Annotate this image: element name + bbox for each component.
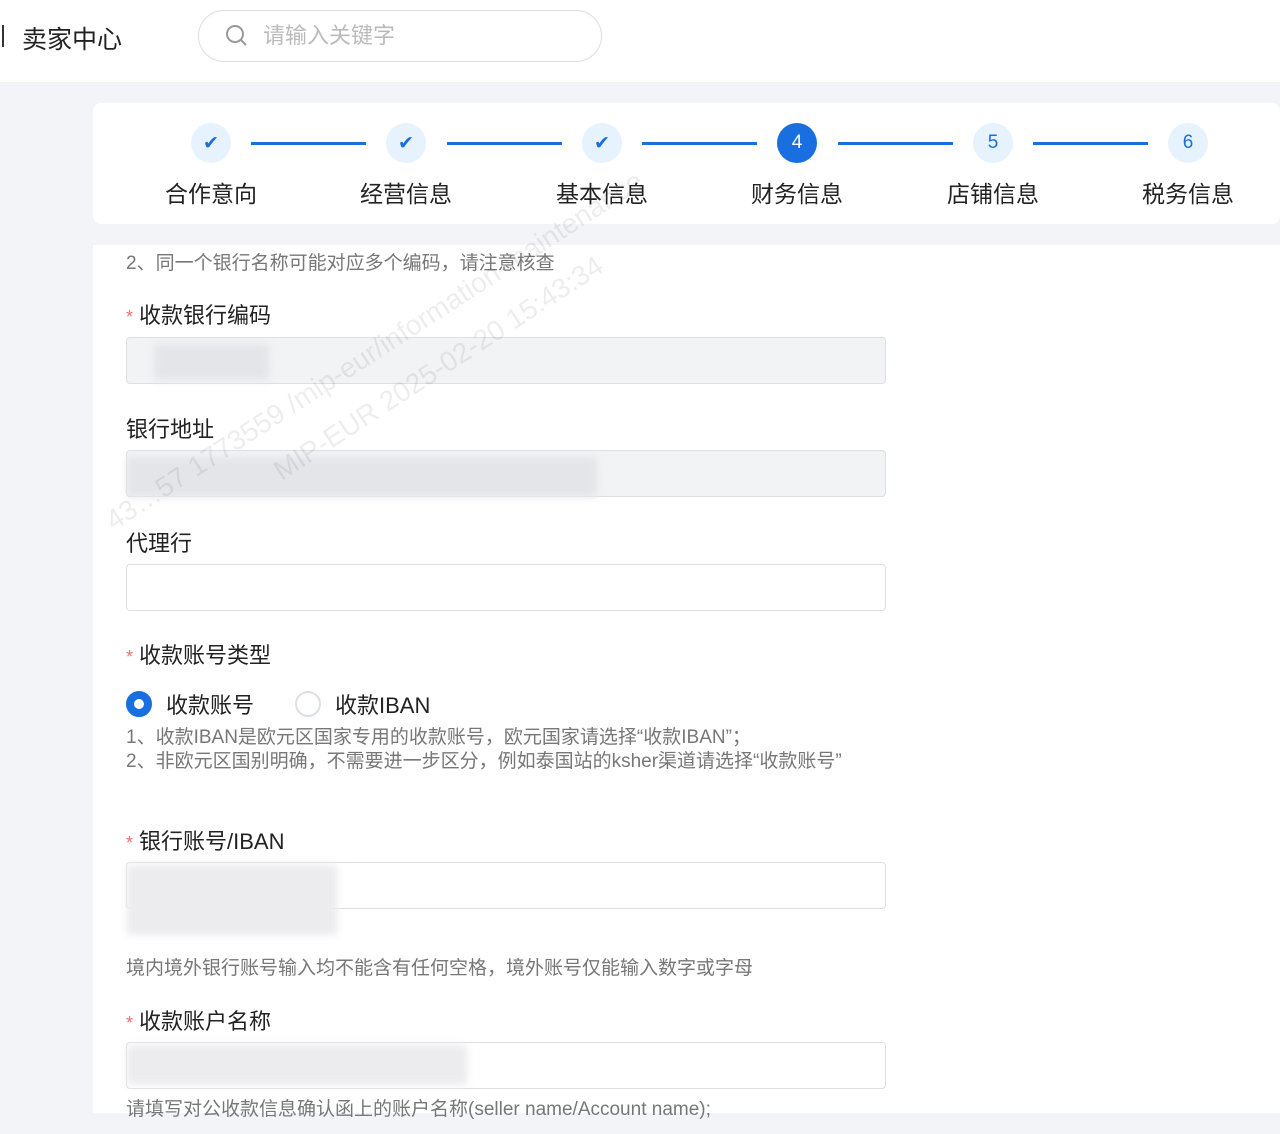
finance-form: 2、同一个银行名称可能对应多个编码，请注意核查 * 收款银行编码 银行地址 代理行… xyxy=(93,245,1280,1120)
account-number-label: * 银行账号/IBAN xyxy=(126,829,285,854)
check-icon: ✔ xyxy=(386,123,426,163)
step-6[interactable]: 6 税务信息 xyxy=(1128,123,1248,209)
bank-address-label: 银行地址 xyxy=(126,417,215,442)
bank-code-field[interactable] xyxy=(126,337,886,384)
search-icon xyxy=(226,25,247,46)
brand-title: 卖家中心 xyxy=(22,26,123,54)
step-2[interactable]: ✔ 经营信息 xyxy=(346,123,466,209)
account-type-hint: 1、收款IBAN是欧元区国家专用的收款账号，欧元国家请选择“收款IBAN”； 2、… xyxy=(126,727,842,772)
check-icon: ✔ xyxy=(582,123,622,163)
radio-unselected-icon xyxy=(295,691,321,717)
step-4[interactable]: 4 财务信息 xyxy=(737,123,857,209)
radio-iban[interactable]: 收款IBAN xyxy=(295,688,430,720)
step-number: 5 xyxy=(973,123,1013,163)
account-number-hint: 境内境外银行账号输入均不能含有任何空格，境外账号仅能输入数字或字母 xyxy=(126,958,754,979)
account-name-input[interactable] xyxy=(126,1042,886,1089)
step-number: 4 xyxy=(777,123,817,163)
step-5[interactable]: 5 店铺信息 xyxy=(933,123,1053,209)
agent-bank-input[interactable] xyxy=(126,564,886,611)
search-input[interactable] xyxy=(263,23,563,49)
account-name-label: * 收款账户名称 xyxy=(126,1009,272,1034)
account-name-hint: 请填写对公收款信息确认函上的账户名称(seller name/Account n… xyxy=(126,1099,711,1120)
account-type-label: * 收款账号类型 xyxy=(126,643,272,668)
radio-selected-icon xyxy=(126,691,152,717)
divider xyxy=(2,25,4,47)
step-number: 6 xyxy=(1168,123,1208,163)
check-icon: ✔ xyxy=(191,123,231,163)
search-box[interactable] xyxy=(198,10,602,62)
bank-code-label: * 收款银行编码 xyxy=(126,303,272,328)
step-progress: ✔ 合作意向 ✔ 经营信息 ✔ 基本信息 4 财务信息 5 店铺信息 6 税务信息 xyxy=(93,103,1280,224)
agent-bank-label: 代理行 xyxy=(126,531,193,556)
step-1[interactable]: ✔ 合作意向 xyxy=(151,123,271,209)
account-number-input[interactable] xyxy=(126,862,886,935)
top-header: 卖家中心 xyxy=(0,0,1280,82)
radio-account-number[interactable]: 收款账号 xyxy=(126,688,254,720)
